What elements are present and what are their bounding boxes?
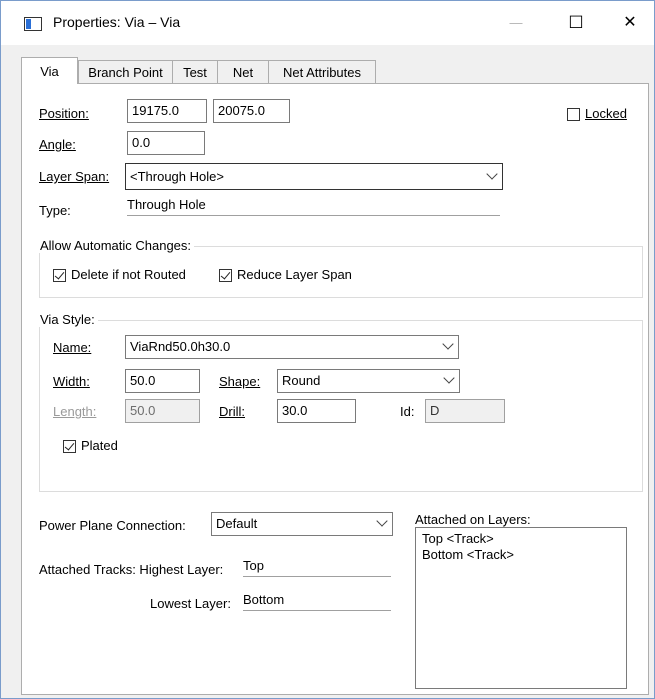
chevron-down-icon (486, 168, 498, 180)
minimize-icon: — (509, 15, 523, 30)
window-title: Properties: Via – Via (53, 14, 181, 30)
tab-branch-point[interactable]: Branch Point (78, 60, 173, 83)
power-plane-label: Power Plane Connection: (39, 518, 186, 533)
via-style-legend: Via Style: (37, 312, 98, 327)
properties-dialog: Properties: Via – Via — ☐ ✕ Via Branch P… (0, 0, 655, 699)
type-label: Type: (39, 203, 71, 218)
layer-span-dropdown[interactable]: <Through Hole> (125, 163, 503, 190)
reduce-layer-span-checkbox[interactable] (219, 269, 232, 282)
locked-checkbox[interactable] (567, 108, 580, 121)
attached-on-layers-list[interactable]: Top <Track> Bottom <Track> (415, 527, 627, 689)
chevron-down-icon (442, 338, 454, 350)
angle-label: Angle: (39, 137, 76, 152)
type-value: Through Hole (127, 195, 500, 216)
list-item[interactable]: Bottom <Track> (422, 547, 514, 562)
plated-label: Plated (81, 438, 118, 453)
tab-via[interactable]: Via (21, 57, 78, 84)
layer-span-value: <Through Hole> (130, 169, 224, 184)
via-name-dropdown[interactable]: ViaRnd50.0h30.0 (125, 335, 459, 359)
via-length-label: Length: (53, 404, 97, 419)
layer-span-label: Layer Span: (39, 169, 110, 184)
power-plane-dropdown[interactable]: Default (211, 512, 393, 536)
via-length-field: 50.0 (125, 399, 200, 423)
via-shape-dropdown[interactable]: Round (277, 369, 460, 393)
position-x-field[interactable]: 19175.0 (127, 99, 207, 123)
attached-on-layers-label: Attached on Layers: (415, 512, 531, 527)
plated-checkbox[interactable] (63, 440, 76, 453)
via-id-field: D (425, 399, 505, 423)
via-name-value: ViaRnd50.0h30.0 (130, 339, 231, 354)
window-app-icon (24, 17, 42, 31)
via-width-label: Width: (53, 374, 90, 389)
minimize-button[interactable]: — (493, 1, 539, 45)
delete-if-not-routed-checkbox[interactable] (53, 269, 66, 282)
attached-tracks-highest-label: Attached Tracks: Highest Layer: (39, 562, 224, 577)
close-icon: ✕ (623, 14, 637, 31)
auto-changes-legend: Allow Automatic Changes: (37, 238, 195, 253)
list-item[interactable]: Top <Track> (422, 531, 494, 546)
attached-tracks-highest-value: Top (243, 556, 391, 577)
close-button[interactable]: ✕ (607, 1, 653, 45)
title-bar[interactable]: Properties: Via – Via — ☐ ✕ (1, 1, 654, 45)
tab-net-attributes[interactable]: Net Attributes (268, 60, 376, 83)
maximize-icon: ☐ (568, 13, 584, 32)
tab-test[interactable]: Test (172, 60, 218, 83)
via-drill-field[interactable]: 30.0 (277, 399, 356, 423)
via-shape-value: Round (282, 373, 321, 388)
delete-if-not-routed-label: Delete if not Routed (71, 267, 186, 282)
via-tab-panel: Position: 19175.0 20075.0 Locked Angle: … (21, 83, 649, 695)
chevron-down-icon (443, 372, 455, 384)
chevron-down-icon (376, 515, 388, 527)
via-shape-label: Shape: (219, 374, 261, 389)
via-name-label: Name: (53, 340, 92, 355)
maximize-button[interactable]: ☐ (553, 1, 599, 45)
locked-label: Locked (585, 106, 627, 121)
via-width-field[interactable]: 50.0 (125, 369, 200, 393)
tab-net[interactable]: Net (217, 60, 269, 83)
via-drill-label: Drill: (219, 404, 245, 419)
attached-tracks-lowest-label: Lowest Layer: (150, 596, 231, 611)
angle-field[interactable]: 0.0 (127, 131, 205, 155)
reduce-layer-span-label: Reduce Layer Span (237, 267, 352, 282)
position-y-field[interactable]: 20075.0 (213, 99, 290, 123)
via-id-label: Id: (400, 404, 415, 419)
power-plane-value: Default (216, 516, 258, 531)
attached-tracks-lowest-value: Bottom (243, 590, 391, 611)
position-label: Position: (39, 106, 89, 121)
